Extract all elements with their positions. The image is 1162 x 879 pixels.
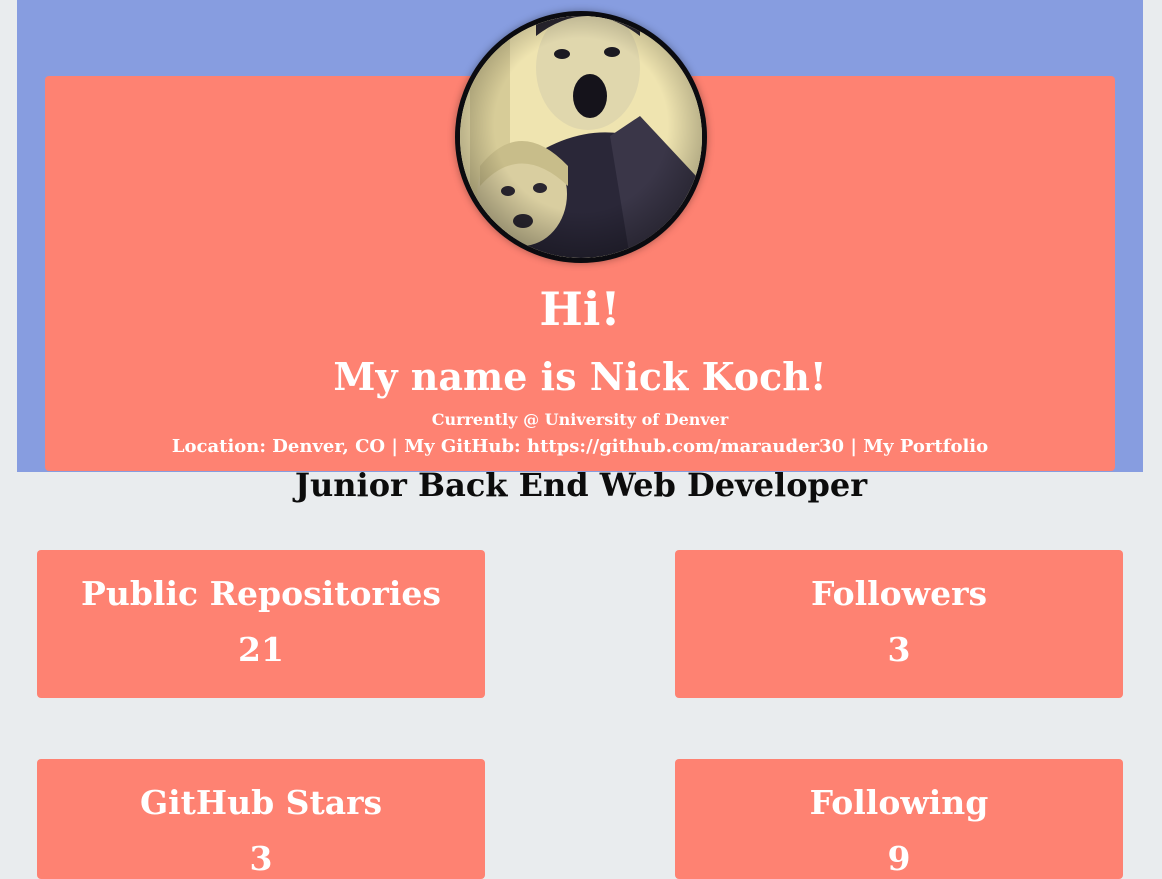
name-heading: My name is Nick Koch!	[333, 354, 827, 399]
contact-line: Location: Denver, CO | My GitHub: https:…	[45, 436, 1115, 458]
stat-card-followers: Followers 3	[675, 550, 1123, 698]
stat-card-github-stars: GitHub Stars 3	[37, 759, 485, 879]
stat-label: Public Repositories	[81, 574, 441, 613]
stat-label: GitHub Stars	[139, 783, 383, 822]
stat-value: 3	[249, 839, 273, 878]
current-position: Currently @ University of Denver	[431, 410, 729, 429]
separator: |	[850, 436, 857, 457]
stat-value: 9	[887, 839, 911, 878]
stat-value: 21	[238, 630, 284, 669]
stat-label: Following	[809, 783, 989, 822]
stat-card-following: Following 9	[675, 759, 1123, 879]
github-link[interactable]: https://github.com/marauder30	[527, 436, 844, 457]
greeting-heading: Hi!	[539, 282, 621, 336]
stat-value: 3	[887, 630, 911, 669]
stat-card-public-repositories: Public Repositories 21	[37, 550, 485, 698]
avatar	[455, 11, 707, 263]
location-label: Location: Denver, CO	[171, 436, 386, 457]
stat-label: Followers	[810, 574, 988, 613]
github-prefix: My GitHub:	[404, 436, 521, 457]
role-title: Junior Back End Web Developer	[294, 466, 868, 504]
portfolio-link[interactable]: My Portfolio	[863, 436, 988, 457]
separator: |	[391, 436, 398, 457]
profile-photo-icon	[460, 16, 702, 258]
